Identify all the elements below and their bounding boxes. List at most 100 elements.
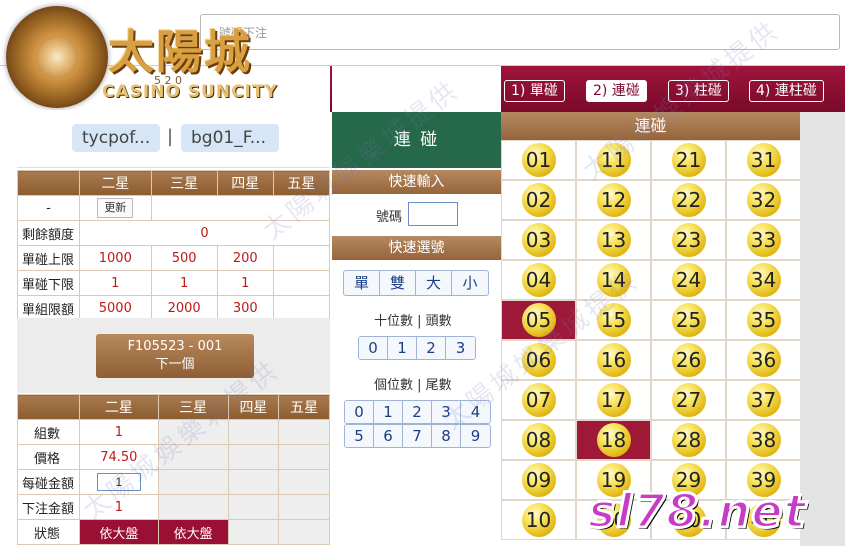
even-button[interactable]: 雙	[380, 271, 416, 295]
units-label: 個位數 | 尾數	[374, 378, 452, 393]
number-ball[interactable]: 23	[671, 223, 706, 257]
number-cell[interactable]: 12	[576, 180, 651, 220]
number-ball[interactable]: 10	[521, 503, 556, 537]
number-ball[interactable]: 18	[596, 423, 631, 457]
units-4-button[interactable]: 4	[461, 401, 490, 423]
number-cell[interactable]: 35	[726, 300, 801, 340]
tens-2-button[interactable]: 2	[417, 337, 446, 359]
tens-0-button[interactable]: 0	[359, 337, 388, 359]
number-ball[interactable]: 04	[521, 263, 556, 297]
number-ball[interactable]: 24	[671, 263, 706, 297]
number-ball[interactable]: 25	[671, 303, 706, 337]
number-cell[interactable]: 24	[651, 260, 726, 300]
number-cell[interactable]: 16	[576, 340, 651, 380]
number-ball[interactable]: 22	[671, 183, 706, 217]
tab-single[interactable]: 1) 單碰	[504, 80, 565, 102]
number-cell[interactable]: 17	[576, 380, 651, 420]
number-ball[interactable]: 38	[746, 423, 781, 457]
number-ball[interactable]: 15	[596, 303, 631, 337]
max-bet-5star	[272, 245, 331, 271]
number-ball[interactable]: 03	[521, 223, 556, 257]
number-cell[interactable]: 05	[501, 300, 576, 340]
number-cell[interactable]: 08	[501, 420, 576, 460]
number-cell[interactable]: 22	[651, 180, 726, 220]
number-ball[interactable]: 05	[521, 303, 556, 337]
number-cell[interactable]: 18	[576, 420, 651, 460]
per-amount-input[interactable]	[96, 473, 141, 491]
number-ball[interactable]: 12	[596, 183, 631, 217]
bet-table: 二星 三星 四星 五星 組數 1 價格 74.50 每碰金額 下注金額 1 狀態…	[17, 394, 330, 545]
next-button[interactable]: F105523 - 001 下一個	[96, 334, 254, 378]
number-cell[interactable]: 06	[501, 340, 576, 380]
units-0-button[interactable]: 0	[345, 401, 374, 423]
number-cell[interactable]: 27	[651, 380, 726, 420]
number-cell[interactable]: 25	[651, 300, 726, 340]
refresh-button[interactable]: 更新	[97, 198, 134, 218]
number-cell[interactable]: 26	[651, 340, 726, 380]
number-ball[interactable]: 37	[746, 383, 781, 417]
number-cell[interactable]: 10	[501, 500, 576, 540]
number-cell[interactable]: 07	[501, 380, 576, 420]
big-button[interactable]: 大	[416, 271, 452, 295]
number-cell[interactable]: 32	[726, 180, 801, 220]
number-cell[interactable]: 31	[726, 140, 801, 180]
number-cell[interactable]: 04	[501, 260, 576, 300]
number-cell[interactable]: 34	[726, 260, 801, 300]
number-ball[interactable]: 27	[671, 383, 706, 417]
number-ball[interactable]: 08	[521, 423, 556, 457]
empty-cell	[157, 469, 229, 495]
number-ball[interactable]: 26	[671, 343, 706, 377]
number-cell[interactable]: 21	[651, 140, 726, 180]
number-ball[interactable]: 36	[746, 343, 781, 377]
number-ball[interactable]: 31	[746, 143, 781, 177]
tens-3-button[interactable]: 3	[446, 337, 475, 359]
number-cell[interactable]: 36	[726, 340, 801, 380]
number-cell[interactable]: 09	[501, 460, 576, 500]
number-cell[interactable]: 23	[651, 220, 726, 260]
number-ball[interactable]: 34	[746, 263, 781, 297]
units-8-button[interactable]: 8	[432, 425, 461, 447]
number-cell[interactable]: 33	[726, 220, 801, 260]
number-cell[interactable]: 02	[501, 180, 576, 220]
number-cell[interactable]: 11	[576, 140, 651, 180]
number-ball[interactable]: 28	[671, 423, 706, 457]
number-ball[interactable]: 13	[596, 223, 631, 257]
number-ball[interactable]: 33	[746, 223, 781, 257]
number-ball[interactable]: 21	[671, 143, 706, 177]
max-bet-4star: 200	[216, 245, 274, 271]
number-ball[interactable]: 07	[521, 383, 556, 417]
number-ball[interactable]: 06	[521, 343, 556, 377]
units-2-button[interactable]: 2	[403, 401, 432, 423]
number-ball[interactable]: 14	[596, 263, 631, 297]
number-ball[interactable]: 09	[521, 463, 556, 497]
number-cell[interactable]: 28	[651, 420, 726, 460]
number-cell[interactable]: 38	[726, 420, 801, 460]
number-ball[interactable]: 17	[596, 383, 631, 417]
tab-column[interactable]: 3) 柱碰	[668, 80, 729, 102]
number-ball[interactable]: 35	[746, 303, 781, 337]
odd-button[interactable]: 單	[344, 271, 380, 295]
units-7-button[interactable]: 7	[403, 425, 432, 447]
small-button[interactable]: 小	[452, 271, 488, 295]
tab-linked-column[interactable]: 4) 連柱碰	[749, 80, 824, 102]
number-cell[interactable]: 03	[501, 220, 576, 260]
units-3-button[interactable]: 3	[432, 401, 461, 423]
units-9-button[interactable]: 9	[461, 425, 490, 447]
number-ball[interactable]: 11	[596, 143, 631, 177]
units-6-button[interactable]: 6	[374, 425, 403, 447]
number-cell[interactable]: 13	[576, 220, 651, 260]
tab-linked[interactable]: 2) 連碰	[586, 80, 647, 102]
number-input[interactable]	[408, 202, 458, 226]
number-ball[interactable]: 02	[521, 183, 556, 217]
number-ball[interactable]: 01	[521, 143, 556, 177]
number-ball[interactable]: 32	[746, 183, 781, 217]
number-ball[interactable]: 16	[596, 343, 631, 377]
group-limit-5star	[272, 295, 331, 321]
number-cell[interactable]: 14	[576, 260, 651, 300]
number-cell[interactable]: 37	[726, 380, 801, 420]
tens-1-button[interactable]: 1	[388, 337, 417, 359]
number-cell[interactable]: 01	[501, 140, 576, 180]
number-cell[interactable]: 15	[576, 300, 651, 340]
units-5-button[interactable]: 5	[345, 425, 374, 447]
units-1-button[interactable]: 1	[374, 401, 403, 423]
